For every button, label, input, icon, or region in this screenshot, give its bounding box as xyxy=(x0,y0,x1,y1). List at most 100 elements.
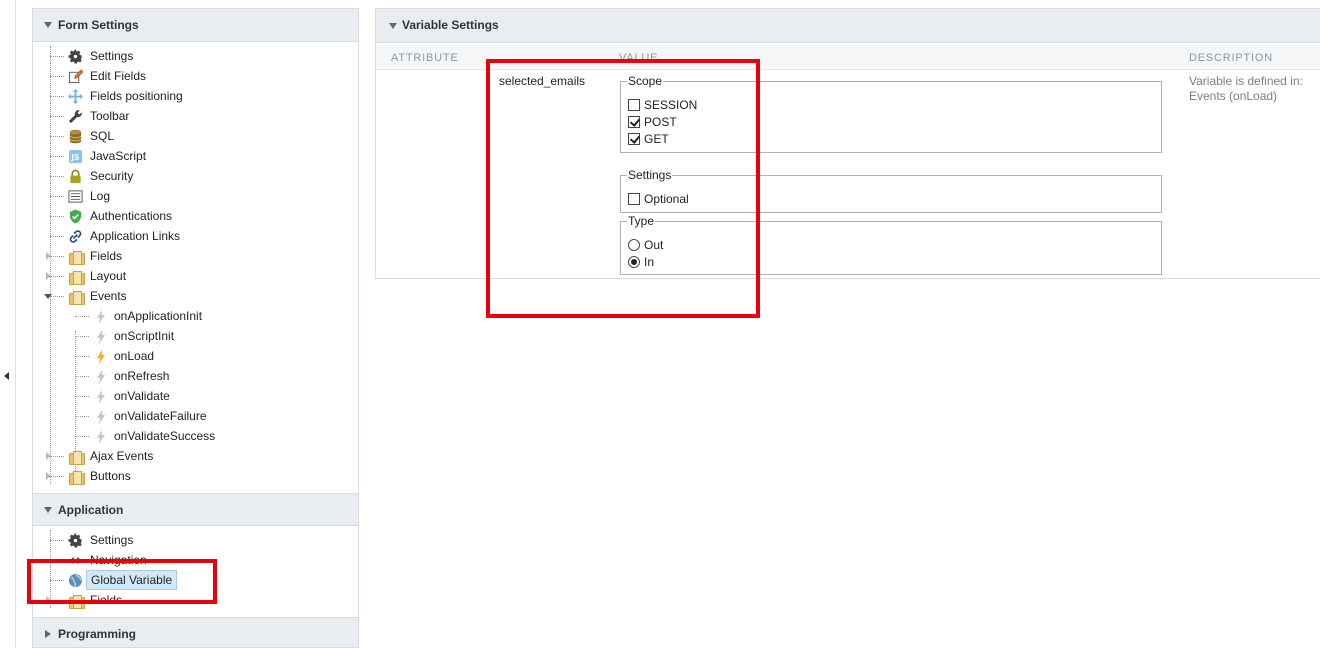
sidebar: Form Settings Settings Edit Fields Field… xyxy=(32,8,359,648)
folder-icon xyxy=(68,449,85,465)
form-settings-header[interactable]: Form Settings xyxy=(33,9,358,42)
tree-item-security[interactable]: Security xyxy=(33,166,358,186)
settings-optional-option[interactable]: Optional xyxy=(628,191,689,207)
scope-session-option[interactable]: SESSION xyxy=(628,97,697,113)
move-icon xyxy=(68,89,83,104)
lightning-icon xyxy=(93,389,108,404)
svg-text:JS: JS xyxy=(70,153,79,162)
tree-folder-ajax-events[interactable]: Ajax Events xyxy=(33,446,358,466)
tree-folder-buttons[interactable]: Buttons xyxy=(33,466,358,486)
event-item-onapplicationinit[interactable]: onApplicationInit xyxy=(33,306,358,326)
lightning-icon xyxy=(93,429,108,444)
log-icon xyxy=(68,189,83,204)
collapse-strip[interactable] xyxy=(0,0,16,648)
tree-item-toolbar[interactable]: Toolbar xyxy=(33,106,358,126)
expand-arrow-icon[interactable] xyxy=(46,252,51,260)
tree-item-fields-positioning[interactable]: Fields positioning xyxy=(33,86,358,106)
globe-icon xyxy=(68,573,83,588)
tree-folder-layout[interactable]: Layout xyxy=(33,266,358,286)
in-radio[interactable] xyxy=(628,256,640,268)
type-in-option[interactable]: In xyxy=(628,254,654,270)
type-out-option[interactable]: Out xyxy=(628,237,663,253)
tree-folder-fields[interactable]: Fields xyxy=(33,246,358,266)
column-value: VALUE xyxy=(619,52,659,64)
event-item-onscriptinit[interactable]: onScriptInit xyxy=(33,326,358,346)
folder-icon xyxy=(68,289,85,305)
settings-fieldset: Settings Optional xyxy=(620,169,1162,213)
variable-name: selected_emails xyxy=(499,74,586,88)
column-description: DESCRIPTION xyxy=(1189,52,1273,64)
expand-triangle-icon xyxy=(45,630,51,638)
tree-item-javascript[interactable]: JS JavaScript xyxy=(33,146,358,166)
get-checkbox[interactable] xyxy=(628,133,640,145)
shield-check-icon xyxy=(68,209,83,224)
edit-icon xyxy=(68,69,83,84)
collapse-arrow-icon[interactable] xyxy=(44,294,52,299)
collapse-triangle-icon xyxy=(389,23,397,29)
app-item-settings[interactable]: Settings xyxy=(33,530,358,550)
collapse-sidebar-icon[interactable] xyxy=(4,372,9,380)
app-item-global-variable[interactable]: Global Variable xyxy=(33,570,358,590)
collapse-triangle-icon xyxy=(44,22,52,28)
scope-get-option[interactable]: GET xyxy=(628,131,669,147)
form-settings-title: Form Settings xyxy=(58,18,139,32)
event-item-onvalidatesuccess[interactable]: onValidateSuccess xyxy=(33,426,358,446)
scope-post-option[interactable]: POST xyxy=(628,114,677,130)
folder-icon xyxy=(68,269,85,285)
application-tree: Settings Navigation Global Variable Fiel… xyxy=(33,526,358,617)
expand-arrow-icon[interactable] xyxy=(46,596,51,604)
event-item-onload[interactable]: onLoad xyxy=(33,346,358,366)
gear-icon xyxy=(68,49,83,64)
optional-checkbox[interactable] xyxy=(628,193,640,205)
page: Form Settings Settings Edit Fields Field… xyxy=(0,0,1320,648)
application-header[interactable]: Application xyxy=(33,493,358,526)
wrench-icon xyxy=(68,109,83,124)
app-folder-fields[interactable]: Fields xyxy=(33,590,358,610)
lock-icon xyxy=(68,169,83,184)
settings-legend: Settings xyxy=(628,168,672,182)
programming-header[interactable]: Programming xyxy=(33,617,358,647)
folder-icon xyxy=(68,593,85,609)
expand-arrow-icon[interactable] xyxy=(46,472,51,480)
column-attribute: ATTRIBUTE xyxy=(391,52,459,64)
folder-icon xyxy=(68,249,85,265)
folder-icon xyxy=(68,469,85,485)
tree-item-log[interactable]: Log xyxy=(33,186,358,206)
lightning-icon xyxy=(93,369,108,384)
out-radio[interactable] xyxy=(628,239,640,251)
lightning-icon xyxy=(93,329,108,344)
type-fieldset: Type Out In xyxy=(620,215,1162,275)
application-title: Application xyxy=(58,503,124,517)
scope-fieldset: Scope SESSION POST GET xyxy=(620,75,1162,153)
variable-description: Variable is defined in: Events (onLoad) xyxy=(1189,74,1303,103)
scope-legend: Scope xyxy=(628,74,663,88)
app-item-navigation[interactable]: Navigation xyxy=(33,550,358,570)
tree-item-authentications[interactable]: Authentications xyxy=(33,206,358,226)
javascript-icon: JS xyxy=(68,149,83,164)
tree-item-settings[interactable]: Settings xyxy=(33,46,358,66)
lightning-active-icon xyxy=(93,349,108,364)
session-checkbox[interactable] xyxy=(628,99,640,111)
column-headers: ATTRIBUTE VALUE DESCRIPTION xyxy=(376,45,1320,70)
collapse-triangle-icon xyxy=(44,507,52,513)
event-item-onrefresh[interactable]: onRefresh xyxy=(33,366,358,386)
event-item-onvalidatefailure[interactable]: onValidateFailure xyxy=(33,406,358,426)
expand-arrow-icon[interactable] xyxy=(46,452,51,460)
programming-title: Programming xyxy=(58,627,137,641)
navigation-icon xyxy=(68,553,83,568)
variable-settings-panel: Variable Settings ATTRIBUTE VALUE DESCRI… xyxy=(375,8,1320,279)
tree-item-application-links[interactable]: Application Links xyxy=(33,226,358,246)
form-settings-tree: Settings Edit Fields Fields positioning xyxy=(33,42,358,493)
event-item-onvalidate[interactable]: onValidate xyxy=(33,386,358,406)
post-checkbox[interactable] xyxy=(628,116,640,128)
type-legend: Type xyxy=(628,214,655,228)
tree-item-sql[interactable]: SQL xyxy=(33,126,358,146)
database-icon xyxy=(68,129,83,144)
tree-item-edit-fields[interactable]: Edit Fields xyxy=(33,66,358,86)
expand-arrow-icon[interactable] xyxy=(46,272,51,280)
lightning-icon xyxy=(93,309,108,324)
tree-folder-events[interactable]: Events xyxy=(33,286,358,306)
gear-icon xyxy=(68,533,83,548)
variable-settings-title: Variable Settings xyxy=(402,18,499,32)
variable-settings-header[interactable]: Variable Settings xyxy=(376,9,1320,43)
